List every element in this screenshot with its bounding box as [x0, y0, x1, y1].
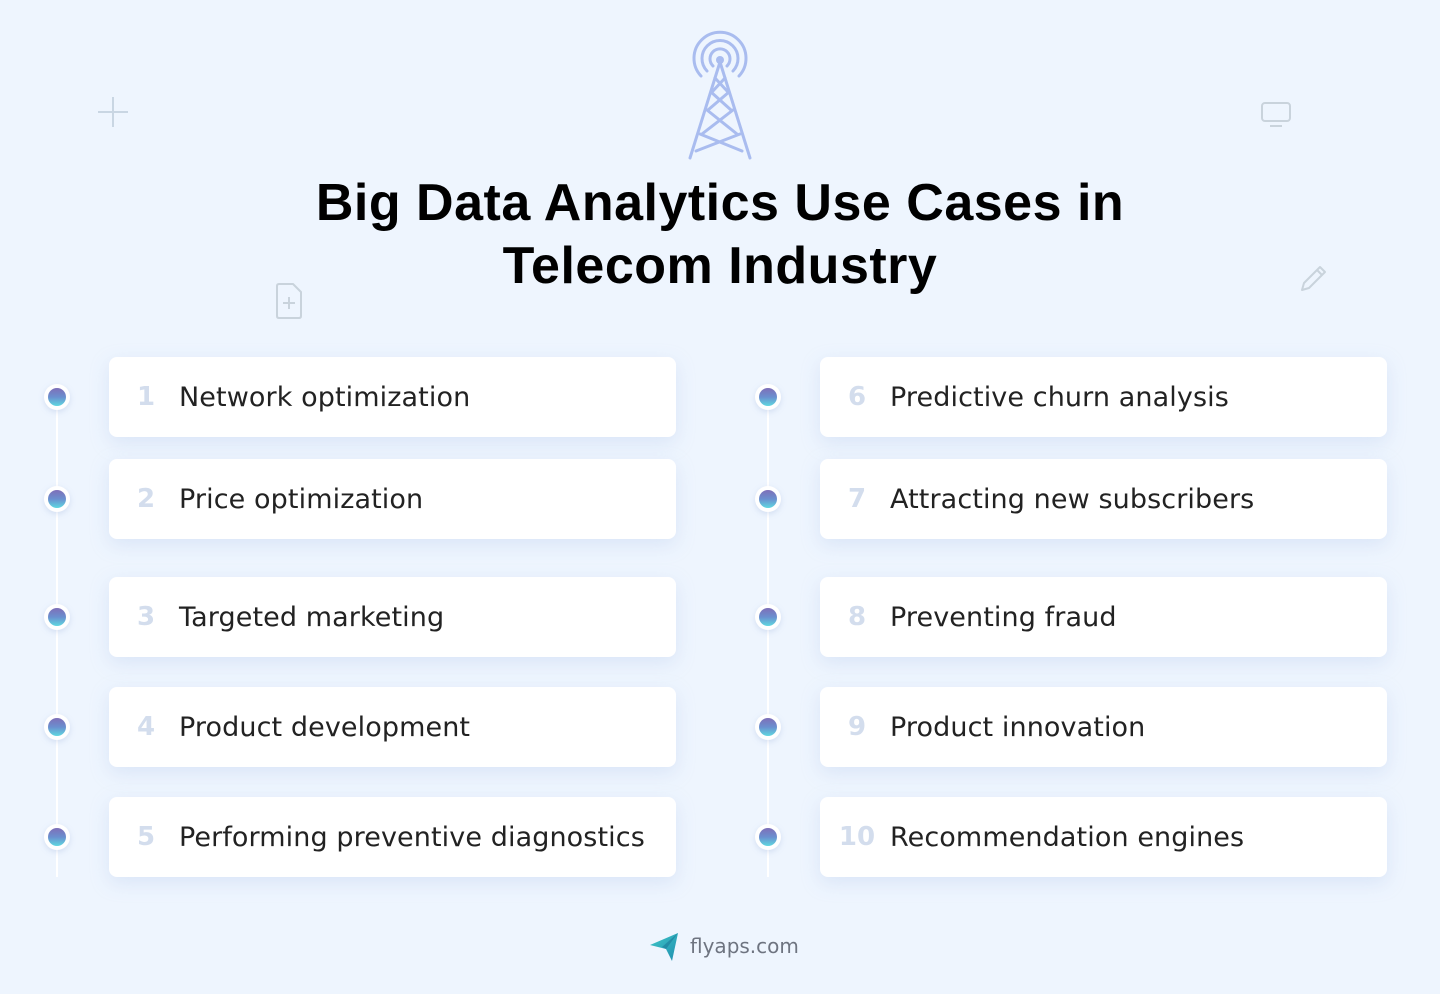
- plus-icon: [98, 97, 128, 127]
- use-case-number: 1: [136, 382, 156, 412]
- timeline-dot: [44, 824, 70, 850]
- use-case-number: 7: [847, 484, 867, 514]
- use-case-label: Predictive churn analysis: [890, 381, 1229, 413]
- use-case-card: 10 Recommendation engines: [820, 797, 1387, 877]
- use-case-label: Targeted marketing: [179, 601, 445, 633]
- use-case-card: 4 Product development: [109, 687, 676, 767]
- use-case-card: 5 Performing preventive diagnostics: [109, 797, 676, 877]
- use-case-label: Attracting new subscribers: [890, 483, 1255, 515]
- right-timeline-line: [767, 397, 769, 877]
- use-case-label: Recommendation engines: [890, 821, 1245, 853]
- use-case-label: Preventing fraud: [890, 601, 1117, 633]
- page-title: Big Data Analytics Use Cases in Telecom …: [0, 172, 1440, 298]
- timeline-dot: [755, 714, 781, 740]
- use-case-number: 3: [136, 602, 156, 632]
- timeline-dot: [755, 824, 781, 850]
- use-case-number: 2: [136, 484, 156, 514]
- timeline-dot: [755, 604, 781, 630]
- use-case-label: Performing preventive diagnostics: [179, 821, 645, 853]
- use-case-card: 6 Predictive churn analysis: [820, 357, 1387, 437]
- use-case-card: 1 Network optimization: [109, 357, 676, 437]
- use-case-number: 6: [847, 382, 867, 412]
- timeline-dot: [755, 384, 781, 410]
- use-case-number: 10: [838, 822, 876, 852]
- monitor-icon: [1261, 102, 1291, 127]
- footer-brand[interactable]: flyaps.com: [648, 926, 799, 966]
- use-case-number: 5: [136, 822, 156, 852]
- use-case-label: Product development: [179, 711, 471, 743]
- use-case-label: Network optimization: [179, 381, 471, 413]
- timeline-dot: [44, 384, 70, 410]
- timeline-dot: [44, 486, 70, 512]
- timeline-dot: [44, 604, 70, 630]
- use-case-number: 8: [847, 602, 867, 632]
- use-case-number: 4: [136, 712, 156, 742]
- paper-plane-logo-icon: [650, 933, 678, 961]
- title-line-2: Telecom Industry: [502, 237, 938, 295]
- use-case-card: 3 Targeted marketing: [109, 577, 676, 657]
- use-case-number: 9: [847, 712, 867, 742]
- use-case-label: Price optimization: [179, 483, 424, 515]
- title-line-1: Big Data Analytics Use Cases in: [315, 174, 1125, 232]
- left-timeline-line: [56, 397, 58, 877]
- radio-tower-icon: [688, 30, 752, 160]
- use-case-card: 2 Price optimization: [109, 459, 676, 539]
- brand-name: flyaps.com: [690, 934, 799, 958]
- timeline-dot: [755, 486, 781, 512]
- use-case-card: 9 Product innovation: [820, 687, 1387, 767]
- timeline-dot: [44, 714, 70, 740]
- use-case-label: Product innovation: [890, 711, 1146, 743]
- use-case-card: 7 Attracting new subscribers: [820, 459, 1387, 539]
- use-case-card: 8 Preventing fraud: [820, 577, 1387, 657]
